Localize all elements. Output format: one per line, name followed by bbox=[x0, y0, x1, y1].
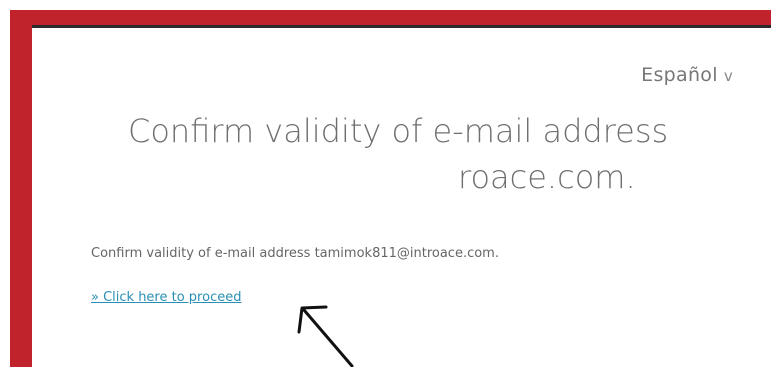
page-title-line1: Confirm validity of e-mail address bbox=[128, 112, 669, 150]
confirmation-message: Confirm validity of e-mail address tamim… bbox=[91, 246, 499, 261]
red-frame-top bbox=[10, 10, 771, 25]
page-title-line2: roace.com. bbox=[458, 158, 636, 196]
hand-drawn-arrow-icon bbox=[297, 305, 354, 367]
red-frame-left bbox=[10, 10, 32, 367]
proceed-link[interactable]: » Click here to proceed bbox=[91, 290, 241, 305]
screenshot-stage: Español v Confirm validity of e-mail addr… bbox=[0, 0, 771, 367]
language-label: Español bbox=[641, 64, 718, 86]
chevron-down-icon: v bbox=[723, 67, 733, 85]
frame-dark-line bbox=[32, 25, 771, 28]
language-selector[interactable]: Español v bbox=[641, 64, 733, 86]
